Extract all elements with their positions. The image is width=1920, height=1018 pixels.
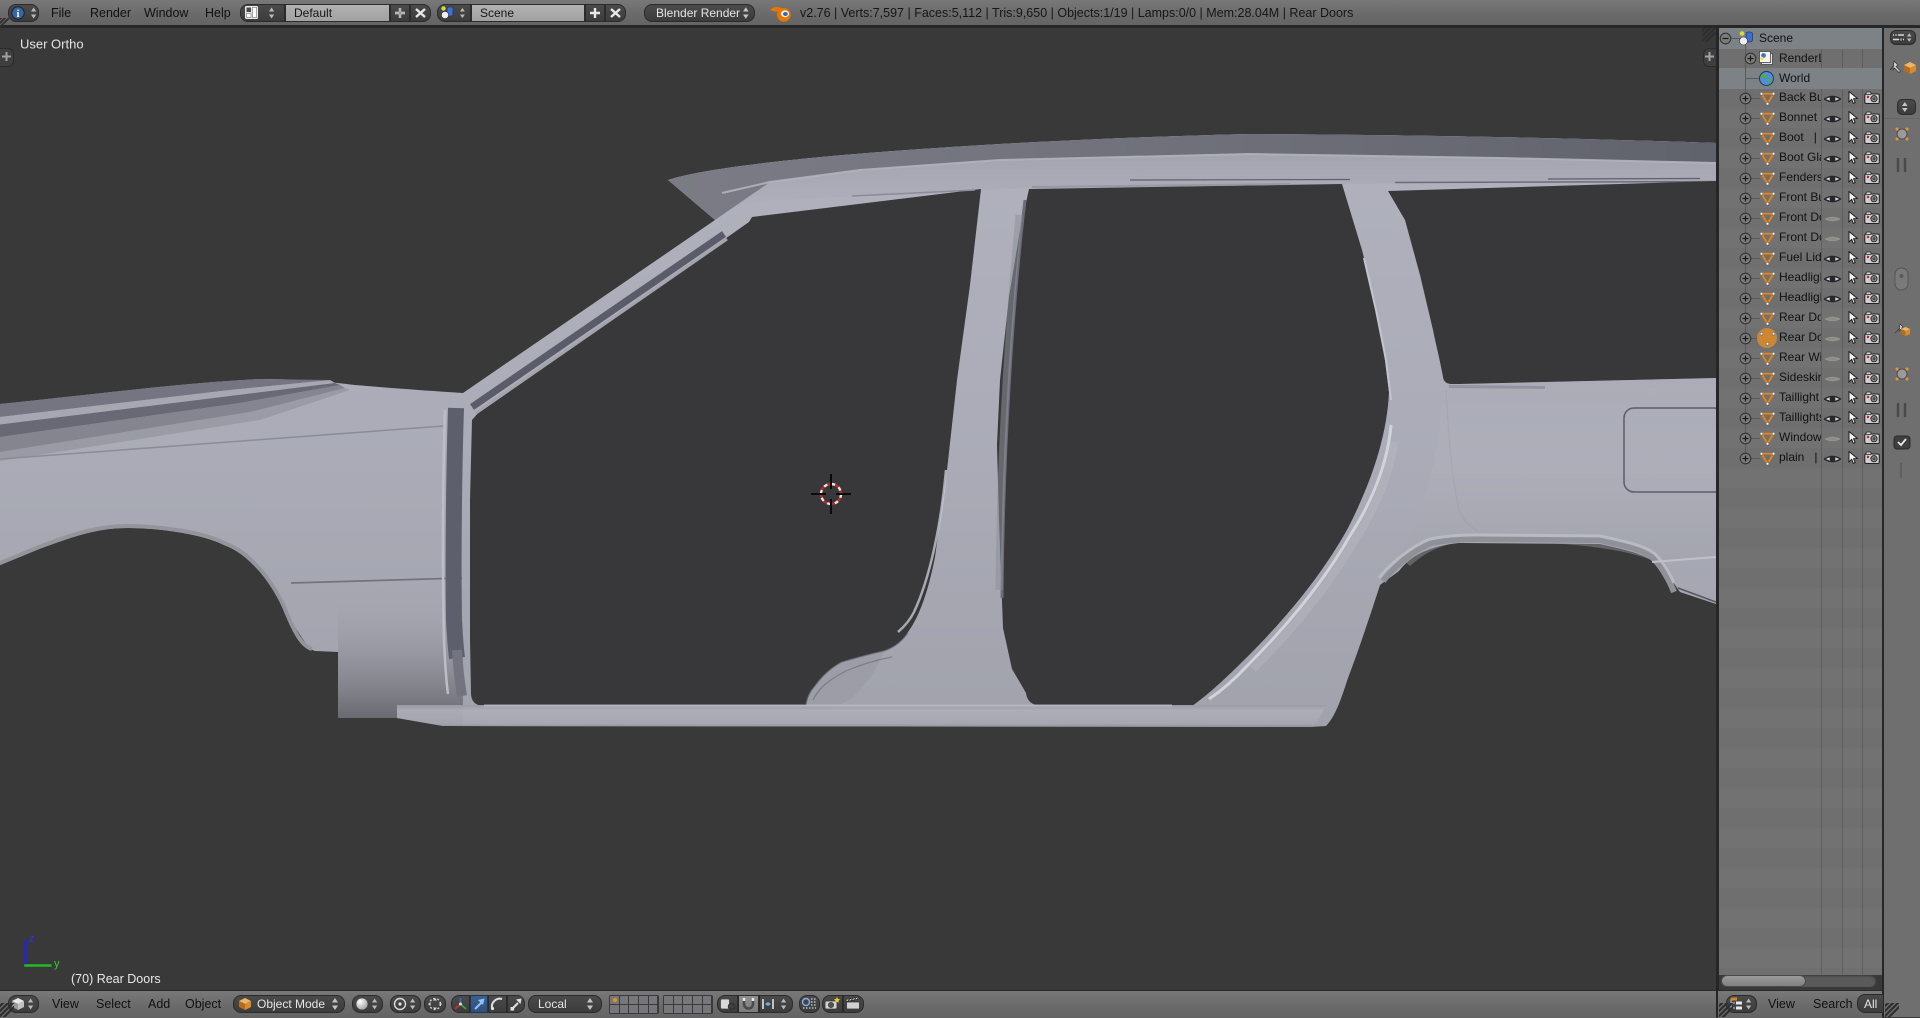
svg-text:(70) Rear Doors: (70) Rear Doors [71, 972, 161, 986]
svg-text:y: y [54, 958, 60, 970]
svg-text:i: i [17, 9, 20, 20]
svg-text:z: z [29, 933, 35, 945]
svg-text:User Ortho: User Ortho [20, 37, 84, 52]
